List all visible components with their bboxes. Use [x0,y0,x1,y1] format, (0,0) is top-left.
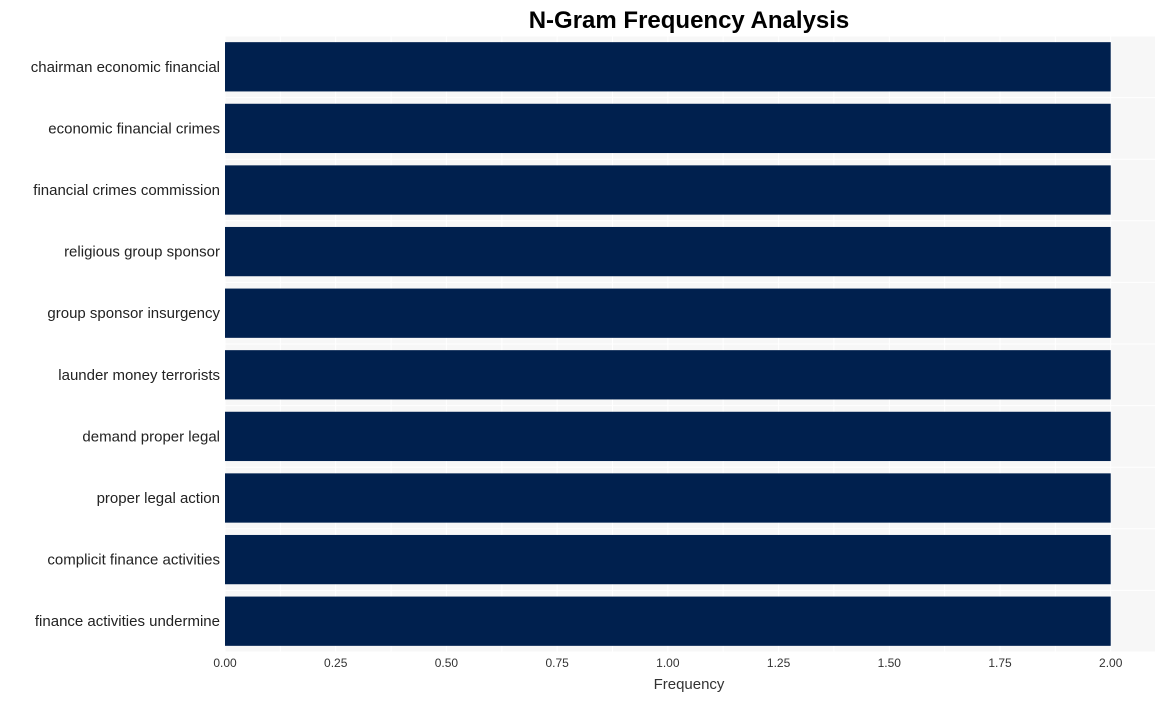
bar [225,411,1111,462]
bar [225,596,1111,646]
x-axis-label: Frequency [654,676,725,693]
y-tick-label: proper legal action [97,490,220,507]
bar [225,288,1111,338]
x-tick-label: 1.25 [767,656,791,670]
x-tick-label: 0.25 [324,656,348,670]
y-tick-labels: chairman economic financial economic fina… [31,59,221,630]
x-tick-label: 0.50 [435,656,459,670]
x-tick-label: 1.75 [988,656,1012,670]
y-tick-label: group sponsor insurgency [47,305,220,322]
y-tick-label: religious group sponsor [64,244,220,261]
bar [225,165,1111,215]
y-tick-label: complicit finance activities [47,552,220,569]
bar [225,103,1111,154]
y-tick-label: financial crimes commission [33,182,220,199]
bar [225,226,1111,277]
x-tick-label: 0.00 [213,656,237,670]
bar [225,473,1111,523]
bar [225,350,1111,400]
y-tick-label: demand proper legal [82,428,220,445]
chart-title: N-Gram Frequency Analysis [529,7,850,34]
y-tick-label: finance activities undermine [35,613,220,630]
y-tick-label: launder money terrorists [58,367,220,384]
y-tick-label: economic financial crimes [48,120,220,137]
x-tick-label: 2.00 [1099,656,1123,670]
y-tick-label: chairman economic financial [31,59,220,76]
x-tick-label: 0.75 [545,656,569,670]
x-tick-label: 1.50 [878,656,902,670]
x-tick-label: 1.00 [656,656,680,670]
chart: chairman economic financial economic fina… [31,7,1155,693]
x-tick-labels: 0.00 0.25 0.50 0.75 1.00 1.25 1.50 1.75 2.00 [213,656,1122,670]
bar [225,42,1111,92]
bar [225,534,1111,585]
